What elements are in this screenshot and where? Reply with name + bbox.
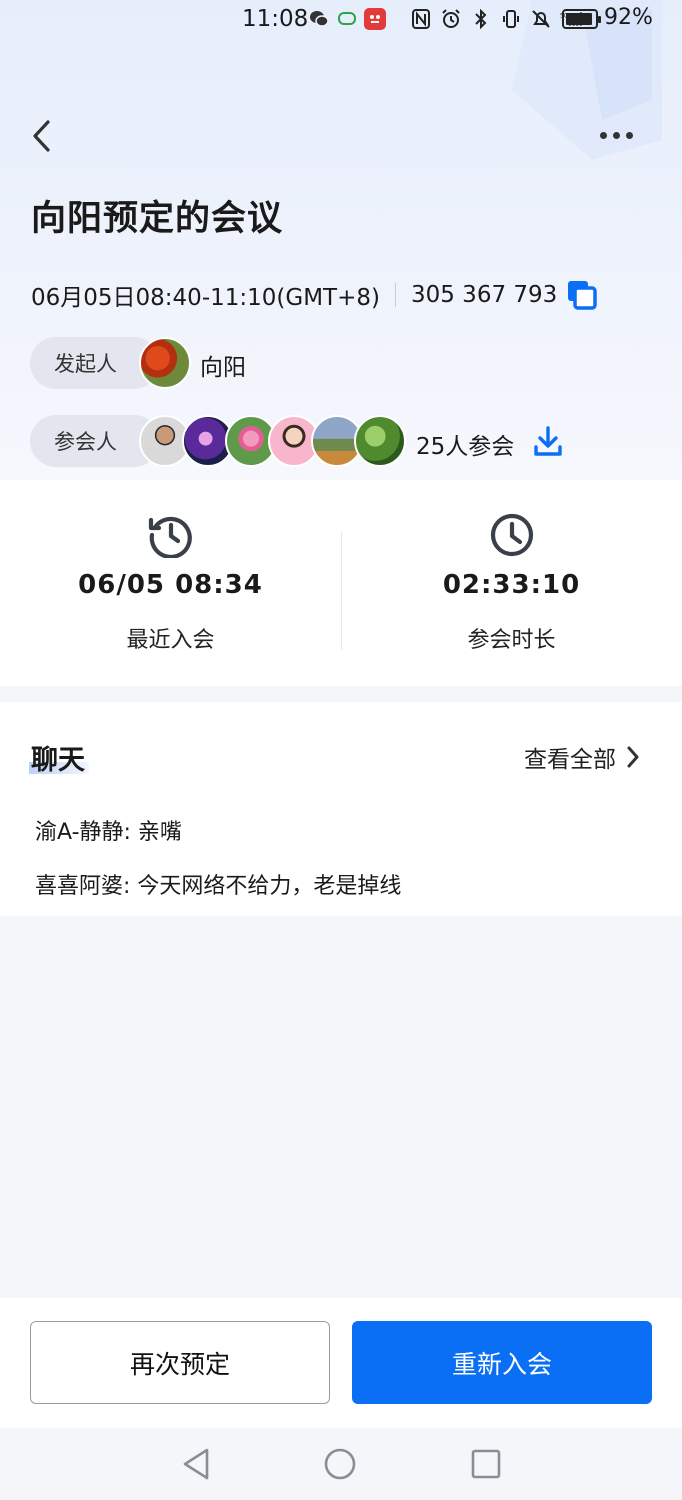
- bottom-action-bar: 再次预定 重新入会: [0, 1298, 682, 1428]
- rejoin-button[interactable]: 重新入会: [352, 1321, 652, 1404]
- meeting-meta-row: 06月05日08:40-11:10(GMT+8) 305 367 793: [31, 275, 599, 315]
- shopping-app-icon: [364, 8, 386, 30]
- message-icon: [336, 8, 358, 30]
- battery-level: [566, 13, 592, 25]
- view-all-label: 查看全部: [524, 747, 616, 773]
- bluetooth-icon: [470, 8, 492, 30]
- circle-home-icon: [324, 1448, 356, 1480]
- page-title: 向阳预定的会议: [31, 199, 284, 239]
- host-name: 向阳: [200, 355, 246, 381]
- battery-percent: 92%: [604, 5, 653, 30]
- more-dot: [625, 131, 633, 139]
- duration-value: 02:33:10: [442, 570, 581, 600]
- attendee-count: 25人参会: [416, 434, 515, 460]
- chevron-left-icon: [33, 120, 50, 152]
- system-back-button[interactable]: [178, 1446, 214, 1482]
- avatar: [354, 415, 406, 467]
- clock-icon: [490, 513, 534, 557]
- triangle-back-icon: [183, 1448, 209, 1480]
- copy-icon[interactable]: [565, 278, 599, 312]
- status-app-icons: [308, 8, 386, 30]
- status-system-icons: 5G: [410, 8, 582, 30]
- rebook-button[interactable]: 再次预定: [30, 1321, 330, 1404]
- nfc-icon: [410, 8, 432, 30]
- attendee-label: 参会人: [54, 430, 117, 454]
- meeting-stats-card: 06/05 08:34 最近入会 02:33:10 参会时长: [0, 480, 682, 686]
- wechat-icon: [308, 8, 330, 30]
- chat-message: 渝A-静静: 亲嘴: [35, 820, 182, 845]
- meta-divider: [394, 283, 396, 307]
- chat-section: 聊天 查看全部 渝A-静静: 亲嘴 喜喜阿婆: 今天网络不给力，老是掉线: [0, 702, 682, 916]
- battery-icon: [562, 9, 601, 29]
- system-recents-button[interactable]: [468, 1446, 504, 1482]
- status-time: 11:08: [242, 6, 309, 32]
- meeting-id: 305 367 793: [410, 282, 558, 308]
- history-clock-icon: [148, 516, 192, 558]
- chat-message: 喜喜阿婆: 今天网络不给力，老是掉线: [35, 874, 402, 899]
- host-avatar[interactable]: [139, 337, 191, 389]
- recent-join-value: 06/05 08:34: [78, 570, 263, 600]
- back-button[interactable]: [30, 112, 70, 160]
- square-recents-icon: [471, 1449, 501, 1479]
- more-dot: [599, 131, 607, 139]
- attendee-avatar-list[interactable]: [139, 415, 419, 467]
- duration-stat: 02:33:10 参会时长: [341, 480, 682, 686]
- more-options-button[interactable]: [590, 120, 642, 150]
- host-label: 发起人: [54, 352, 117, 376]
- alarm-icon: [440, 8, 462, 30]
- system-navigation-bar: [0, 1428, 682, 1500]
- duration-label: 参会时长: [467, 628, 556, 653]
- meeting-datetime: 06月05日08:40-11:10(GMT+8): [31, 285, 380, 311]
- download-icon[interactable]: [533, 425, 563, 457]
- more-dot: [612, 131, 620, 139]
- chat-title: 聊天: [31, 745, 85, 776]
- system-home-button[interactable]: [322, 1446, 358, 1482]
- mute-bell-icon: [530, 8, 552, 30]
- recent-join-stat: 06/05 08:34 最近入会: [0, 480, 341, 686]
- chevron-right-icon: [627, 746, 639, 768]
- recent-join-label: 最近入会: [126, 628, 215, 653]
- view-all-chat-link[interactable]: 查看全部: [524, 740, 640, 774]
- vibrate-icon: [500, 8, 522, 30]
